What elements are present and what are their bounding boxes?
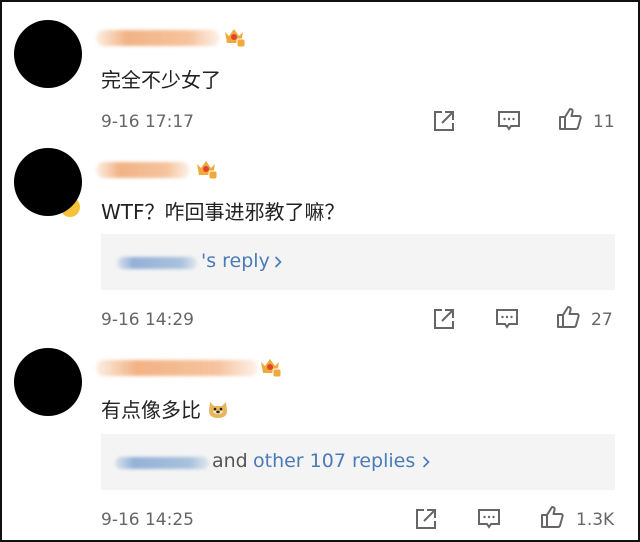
reply-username-redacted: [115, 457, 209, 469]
chevron-right-icon: [422, 456, 430, 468]
comment-icon[interactable]: [476, 506, 502, 532]
like-icon[interactable]: [557, 106, 583, 132]
reply-preview[interactable]: 's reply: [101, 234, 615, 290]
like-count: 27: [591, 310, 613, 330]
avatar[interactable]: [14, 148, 82, 216]
share-icon[interactable]: [431, 306, 457, 332]
comment-text: WTF？咋回事进邪教了嘛？: [101, 200, 345, 224]
reply-preview[interactable]: and other 107 replies: [101, 434, 615, 490]
like-count: 1.3K: [576, 510, 615, 530]
avatar[interactable]: [14, 348, 82, 416]
comment-timestamp: 9-16 14:25: [101, 510, 194, 530]
comment-text-content: 有点像多比: [101, 398, 201, 422]
like-icon[interactable]: [539, 504, 565, 530]
username-redacted[interactable]: [96, 162, 190, 178]
like-count: 11: [593, 112, 615, 132]
reply-link[interactable]: 's reply: [201, 250, 270, 272]
reply-username-redacted: [117, 257, 197, 269]
share-icon[interactable]: [431, 108, 457, 134]
comment-timestamp: 9-16 14:29: [101, 310, 194, 330]
crown-level-badge-icon: [197, 161, 218, 180]
username-redacted[interactable]: [96, 360, 258, 376]
comment-timestamp: 9-16 17:17: [101, 112, 194, 132]
like-icon[interactable]: [555, 304, 581, 330]
comment-text: 有点像多比: [101, 394, 229, 423]
share-icon[interactable]: [413, 506, 439, 532]
crown-level-badge-icon: [225, 29, 246, 48]
chevron-right-icon: [274, 256, 282, 268]
comment-icon[interactable]: [494, 306, 520, 332]
reply-prefix: and: [212, 450, 248, 472]
comment-icon[interactable]: [496, 108, 522, 134]
doge-emoji-icon: [209, 402, 228, 418]
comment-text: 完全不少女了: [101, 68, 221, 92]
crown-level-badge-icon: [261, 359, 282, 378]
reply-link[interactable]: other 107 replies: [253, 450, 415, 472]
avatar[interactable]: [14, 20, 82, 88]
username-redacted[interactable]: [96, 30, 220, 46]
